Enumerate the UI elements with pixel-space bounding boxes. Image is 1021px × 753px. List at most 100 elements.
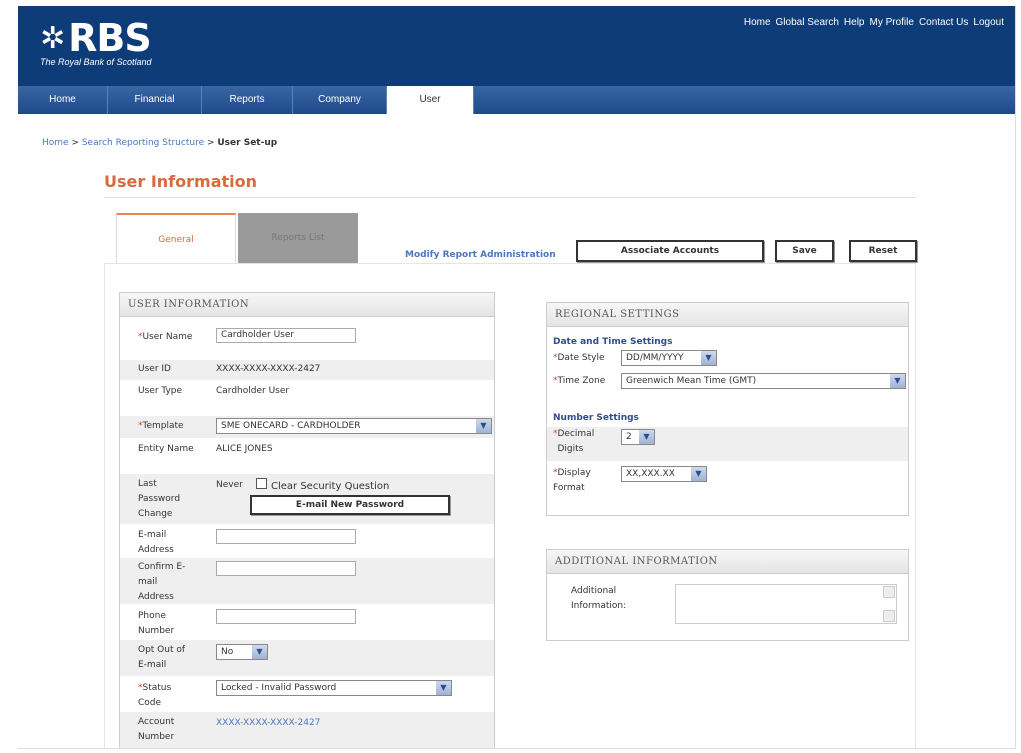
last-password-change-value: Never: [216, 480, 243, 490]
chevron-down-icon: ▼: [890, 374, 905, 388]
time-zone-label: Time Zone: [557, 376, 606, 386]
rbs-logo[interactable]: ✲ RBS The Royal Bank of Scotland: [40, 18, 152, 67]
tab-reports-list[interactable]: Reports List: [238, 213, 358, 263]
nav-tab-home[interactable]: Home: [18, 86, 108, 114]
row-phone-number: Phone Number: [120, 606, 494, 638]
display-format-label: Display Format: [553, 468, 591, 493]
clear-security-question-checkbox[interactable]: [256, 478, 267, 489]
tab-general[interactable]: General: [116, 213, 236, 263]
account-number-label: Account Number: [138, 717, 175, 742]
user-id-value: XXXX-XXXX-XXXX-2427: [216, 364, 321, 374]
additional-information-textarea[interactable]: [675, 584, 897, 624]
number-settings-title: Number Settings: [553, 413, 639, 423]
entity-name-value: ALICE JONES: [216, 444, 273, 454]
additional-information-label: Additional Information:: [571, 586, 627, 611]
modify-report-administration-link[interactable]: Modify Report Administration: [405, 250, 556, 260]
logo-tagline: The Royal Bank of Scotland: [40, 57, 152, 67]
user-name-input[interactable]: Cardholder User: [216, 328, 356, 343]
user-id-label: User ID: [138, 364, 171, 374]
row-opt-out-email: Opt Out of E-mail No ▼: [120, 640, 494, 676]
opt-out-selected: No: [221, 647, 234, 657]
decimal-digits-label: Decimal Digits: [557, 429, 595, 454]
top-link-my-profile[interactable]: My Profile: [869, 17, 913, 28]
user-type-value: Cardholder User: [216, 386, 290, 396]
email-address-label: E-mail Address: [138, 530, 174, 555]
breadcrumb-home[interactable]: Home: [42, 138, 69, 148]
email-address-input[interactable]: [216, 529, 356, 544]
display-format-selected: XX,XXX.XX: [626, 469, 675, 479]
header: ✲ RBS The Royal Bank of Scotland Home Glo…: [18, 6, 1015, 86]
additional-information-heading: ADDITIONAL INFORMATION: [547, 550, 908, 574]
chevron-down-icon: ▼: [252, 645, 267, 659]
template-selected: SME ONECARD - CARDHOLDER: [221, 421, 361, 431]
chevron-down-icon: ▼: [691, 467, 706, 481]
decimal-digits-selected: 2: [626, 432, 632, 442]
row-entity-name: Entity Name ALICE JONES: [120, 440, 494, 472]
breadcrumb-search-reporting[interactable]: Search Reporting Structure: [82, 138, 204, 148]
confirm-email-input[interactable]: [216, 561, 356, 576]
top-link-logout[interactable]: Logout: [973, 17, 1004, 28]
decimal-digits-row: *Decimal Digits: [547, 427, 908, 461]
phone-number-input[interactable]: [216, 609, 356, 624]
breadcrumb-separator: >: [68, 138, 82, 148]
time-zone-selected: Greenwich Mean Time (GMT): [626, 376, 757, 386]
breadcrumb-separator: >: [204, 138, 218, 148]
time-zone-select[interactable]: Greenwich Mean Time (GMT) ▼: [621, 373, 906, 389]
status-code-label: Status Code: [138, 683, 172, 708]
scrollbar[interactable]: [883, 586, 895, 622]
breadcrumb-current: User Set-up: [217, 138, 278, 148]
account-number-link[interactable]: XXXX-XXXX-XXXX-2427: [216, 716, 320, 731]
regional-settings-panel: REGIONAL SETTINGS Date and Time Settings…: [546, 302, 909, 516]
row-template: *Template SME ONECARD - CARDHOLDER ▼: [120, 416, 494, 438]
top-link-contact-us[interactable]: Contact Us: [919, 17, 968, 28]
user-information-heading: USER INFORMATION: [120, 293, 494, 317]
nav-tab-financial[interactable]: Financial: [108, 86, 202, 114]
entity-name-label: Entity Name: [138, 444, 194, 454]
decimal-digits-select[interactable]: 2 ▼: [621, 429, 655, 445]
user-name-label: User Name: [142, 332, 193, 342]
row-status-code: *Status Code Locked - Invalid Password ▼: [120, 678, 494, 710]
date-style-label: Date Style: [557, 353, 605, 363]
page: ✲ RBS The Royal Bank of Scotland Home Glo…: [18, 6, 1016, 749]
date-style-selected: DD/MM/YYYY: [626, 353, 684, 363]
top-link-home[interactable]: Home: [744, 17, 771, 28]
last-password-change-label: Last Password Change: [138, 479, 181, 519]
reset-button[interactable]: Reset: [849, 240, 917, 262]
additional-information-panel: ADDITIONAL INFORMATION Additional Inform…: [546, 549, 909, 641]
save-button[interactable]: Save: [775, 240, 834, 262]
logo-text: RBS: [68, 16, 152, 60]
row-user-id: User ID XXXX-XXXX-XXXX-2427: [120, 360, 494, 380]
user-type-label: User Type: [138, 386, 183, 396]
opt-out-email-label: Opt Out of E-mail: [138, 645, 186, 670]
row-user-type: User Type Cardholder User: [120, 382, 494, 414]
row-last-password-change: Last Password Change Never Clear Securit…: [120, 474, 494, 524]
display-format-select[interactable]: XX,XXX.XX ▼: [621, 466, 707, 482]
main-nav: Home Financial Reports Company User: [18, 86, 1015, 114]
phone-number-label: Phone Number: [138, 611, 175, 636]
confirm-email-label: Confirm E-mail Address: [138, 562, 186, 602]
top-link-global-search[interactable]: Global Search: [776, 17, 839, 28]
date-time-settings-title: Date and Time Settings: [553, 337, 673, 347]
row-email-address: E-mail Address: [120, 526, 494, 558]
opt-out-email-select[interactable]: No ▼: [216, 644, 268, 660]
form-area: USER INFORMATION *User Name Cardholder U…: [104, 263, 916, 748]
regional-settings-heading: REGIONAL SETTINGS: [547, 303, 908, 327]
nav-tab-user[interactable]: User: [387, 86, 474, 114]
nav-tab-company[interactable]: Company: [293, 86, 387, 114]
title-divider: [104, 197, 916, 198]
user-information-panel: USER INFORMATION *User Name Cardholder U…: [119, 292, 495, 748]
breadcrumb: Home > Search Reporting Structure > User…: [42, 138, 277, 148]
status-code-selected: Locked - Invalid Password: [221, 683, 337, 693]
chevron-down-icon: ▼: [436, 681, 451, 695]
nav-tab-reports[interactable]: Reports: [202, 86, 293, 114]
top-link-help[interactable]: Help: [844, 17, 865, 28]
template-select[interactable]: SME ONECARD - CARDHOLDER ▼: [216, 418, 492, 434]
daisy-wheel-icon: ✲: [40, 21, 65, 56]
status-code-select[interactable]: Locked - Invalid Password ▼: [216, 680, 452, 696]
top-links: Home Global Search Help My Profile Conta…: [744, 17, 1004, 28]
row-account-number: Account Number XXXX-XXXX-XXXX-2427: [120, 712, 494, 748]
date-style-select[interactable]: DD/MM/YYYY ▼: [621, 350, 717, 366]
row-confirm-email: Confirm E-mail Address: [120, 558, 494, 604]
email-new-password-button[interactable]: E-mail New Password: [250, 495, 450, 515]
associate-accounts-button[interactable]: Associate Accounts: [576, 240, 764, 262]
